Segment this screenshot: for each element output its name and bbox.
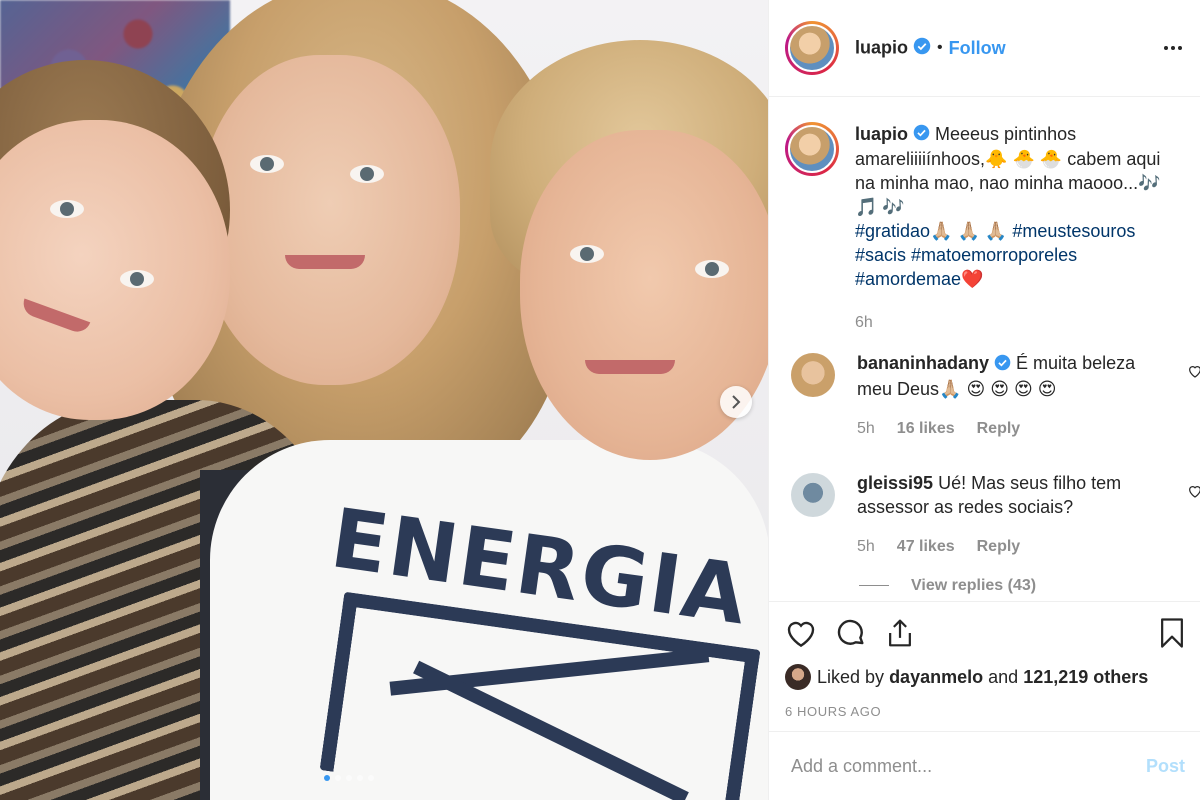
carousel-dot [335,775,341,781]
bookmark-icon[interactable] [1159,617,1185,649]
follow-button[interactable]: Follow [949,38,1006,59]
comment-item: bananinhadany É muita beleza meu Deus🙏🏼 … [769,351,1200,440]
eye [350,165,384,183]
eye [695,260,729,278]
author-username[interactable]: luapio [855,37,931,60]
like-heart-icon[interactable] [785,618,817,648]
eye [50,200,84,218]
mouth [285,255,365,269]
liker-username[interactable]: dayanmelo [889,667,983,688]
author-avatar[interactable] [785,21,839,75]
post-timestamp[interactable]: 6 HOURS AGO [785,704,1185,719]
reply-button[interactable]: Reply [977,417,1021,441]
comment-likes[interactable]: 47 likes [897,535,955,559]
post-photo[interactable]: ENERGIA [0,0,768,800]
add-comment-form: Post [769,731,1200,800]
carousel-indicator [324,775,374,781]
separator-dot: • [937,39,943,56]
mouth [585,360,675,374]
reply-button[interactable]: Reply [977,535,1021,559]
author-avatar[interactable] [785,122,839,176]
replies-divider [859,585,889,586]
comment-timestamp[interactable]: 5h [857,535,875,559]
carousel-dot [346,775,352,781]
comment-item: gleissi95 Ué! Mas seus filho tem assesso… [769,471,1200,559]
likes-middle: and [988,666,1019,687]
chevron-right-icon [732,395,741,409]
hashtag[interactable]: #amordemae❤️ [855,269,983,289]
like-comment-heart-icon[interactable] [1187,363,1200,384]
likes-others-count[interactable]: 121,219 others [1023,667,1148,688]
comment-input[interactable] [791,755,1146,777]
comments-list[interactable]: luapio Meeeus pintinhos amareliiiiínhoos… [769,98,1200,601]
mouth [19,298,91,336]
like-comment-heart-icon[interactable] [1187,483,1200,504]
liker-avatar[interactable] [785,664,811,690]
likes-summary: Liked by dayanmelo and 121,219 others [785,664,1185,690]
commenter-avatar[interactable] [791,353,835,398]
post-header: luapio • Follow [769,0,1200,97]
post-actions: Liked by dayanmelo and 121,219 others 6 … [769,601,1200,731]
commenter-username[interactable]: bananinhadany [857,353,989,373]
carousel-dot [368,775,374,781]
comment-timestamp[interactable]: 5h [857,417,875,441]
caption-timestamp[interactable]: 6h [855,311,1180,335]
share-icon[interactable] [885,617,915,649]
view-replies-button[interactable]: View replies (43) [859,577,1200,595]
hashtag[interactable]: #meustesouros [1012,221,1135,241]
eye [120,270,154,288]
verified-badge-icon [913,37,931,60]
verified-badge-icon [994,353,1011,377]
carousel-next-button[interactable] [720,386,752,418]
more-options-icon[interactable] [1162,40,1184,56]
verified-badge-icon [913,123,930,147]
hashtag[interactable]: #matoemorroporeles [911,245,1077,265]
post-comment-button[interactable]: Post [1146,756,1185,777]
post-sidebar: luapio • Follow luapio Meeeus pintinhos … [768,0,1200,800]
carousel-dot [324,775,330,781]
post-caption: luapio Meeeus pintinhos amareliiiiínhoos… [769,98,1200,335]
comment-likes[interactable]: 16 likes [897,417,955,441]
eye [570,245,604,263]
commenter-avatar[interactable] [791,472,835,517]
eye [250,155,284,173]
mother-face [200,55,460,385]
view-replies-label: View replies (43) [911,576,1037,594]
caption-username[interactable]: luapio [855,124,908,144]
likes-prefix: Liked by [817,666,885,687]
carousel-dot [357,775,363,781]
hashtag[interactable]: #gratidao🙏🏼 🙏🏼 🙏🏼 [855,221,1007,241]
comment-bubble-icon[interactable] [835,617,867,649]
hashtag[interactable]: #sacis [855,245,906,265]
commenter-username[interactable]: gleissi95 [857,473,933,493]
